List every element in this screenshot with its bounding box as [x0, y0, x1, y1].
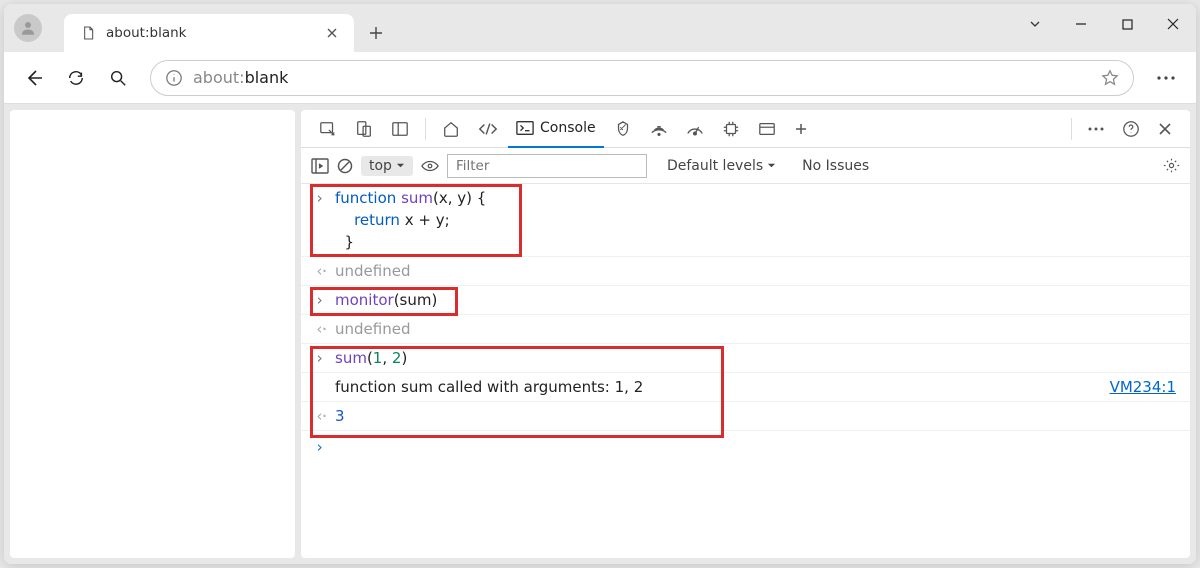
memory-tab-icon[interactable] — [714, 110, 748, 148]
favorite-icon[interactable] — [1101, 69, 1119, 87]
output-text: 3 — [335, 405, 345, 427]
more-tabs-button[interactable] — [786, 110, 816, 148]
address-bar[interactable]: about:blank — [150, 60, 1134, 96]
live-expression-icon[interactable] — [421, 160, 439, 172]
console-input-row: sum(1, 2) — [301, 344, 1190, 373]
tab-close-icon[interactable] — [324, 25, 340, 41]
filter-input[interactable] — [447, 154, 647, 178]
minimize-button[interactable] — [1058, 4, 1104, 44]
maximize-button[interactable] — [1104, 4, 1150, 44]
dock-icon[interactable] — [383, 110, 417, 148]
console-toolbar: top Default levels No Issues — [301, 148, 1190, 184]
profile-avatar[interactable] — [14, 14, 42, 42]
source-link[interactable]: VM234:1 — [1110, 376, 1176, 398]
content-area: Console top Default levels — [4, 104, 1196, 564]
browser-tab[interactable]: about:blank — [64, 14, 354, 52]
application-tab-icon[interactable] — [750, 110, 784, 148]
input-marker-icon — [315, 289, 327, 311]
console-input-row: function sum(x, y) { return x + y; } — [301, 184, 1190, 257]
code-text: sum(1, 2) — [335, 347, 407, 369]
clear-console-icon[interactable] — [337, 158, 353, 174]
output-text: undefined — [335, 260, 410, 282]
inspect-icon[interactable] — [311, 110, 345, 148]
console-output-row: 3 — [301, 402, 1190, 431]
console-output-row: undefined — [301, 257, 1190, 286]
code-text: monitor(sum) — [335, 289, 437, 311]
back-button[interactable] — [16, 60, 52, 96]
sidebar-toggle-icon[interactable] — [311, 158, 329, 174]
new-tab-button[interactable] — [360, 17, 392, 49]
input-marker-icon — [315, 347, 327, 369]
input-marker-icon — [315, 187, 327, 209]
performance-tab-icon[interactable] — [678, 110, 712, 148]
prompt-marker-icon — [315, 438, 324, 456]
window-controls — [1012, 4, 1196, 44]
close-button[interactable] — [1150, 4, 1196, 44]
page-viewport — [10, 110, 295, 558]
elements-tab[interactable] — [470, 110, 506, 148]
titlebar: about:blank — [4, 4, 1196, 52]
navbar: about:blank — [4, 52, 1196, 104]
devtools-more-icon[interactable] — [1080, 110, 1112, 148]
levels-selector[interactable]: Default levels — [667, 158, 776, 174]
output-marker-icon — [315, 260, 327, 282]
console-output: function sum(x, y) { return x + y; } und… — [301, 184, 1190, 558]
tab-title: about:blank — [106, 25, 314, 41]
browser-window: about:blank about:blank — [4, 4, 1196, 564]
welcome-tab[interactable] — [434, 110, 468, 148]
info-icon[interactable] — [165, 69, 183, 87]
console-prompt[interactable] — [301, 431, 1190, 463]
sources-tab-icon[interactable] — [606, 110, 640, 148]
output-marker-icon — [315, 405, 327, 427]
console-output-row: undefined — [301, 315, 1190, 344]
console-input-row: monitor(sum) — [301, 286, 1190, 315]
console-settings-icon[interactable] — [1163, 157, 1180, 174]
context-selector[interactable]: top — [361, 156, 413, 176]
output-text: undefined — [335, 318, 410, 340]
log-text: function sum called with arguments: 1, 2 — [335, 376, 643, 398]
page-icon — [80, 25, 96, 41]
chevron-down-icon[interactable] — [1012, 4, 1058, 44]
more-icon[interactable] — [1148, 60, 1184, 96]
network-tab-icon[interactable] — [642, 110, 676, 148]
devtools-close-icon[interactable] — [1150, 110, 1180, 148]
console-tab-label: Console — [540, 120, 596, 136]
issues-label[interactable]: No Issues — [802, 158, 869, 174]
code-text: function sum(x, y) { return x + y; } — [335, 187, 486, 253]
devtools-panel: Console top Default levels — [301, 110, 1190, 558]
console-log-row: function sum called with arguments: 1, 2… — [301, 373, 1190, 402]
search-icon[interactable] — [100, 60, 136, 96]
device-icon[interactable] — [347, 110, 381, 148]
url-text: about:blank — [193, 68, 288, 87]
reload-button[interactable] — [58, 60, 94, 96]
devtools-tabbar: Console — [301, 110, 1190, 148]
output-marker-icon — [315, 318, 327, 340]
console-tab[interactable]: Console — [508, 110, 604, 148]
help-icon[interactable] — [1114, 110, 1148, 148]
